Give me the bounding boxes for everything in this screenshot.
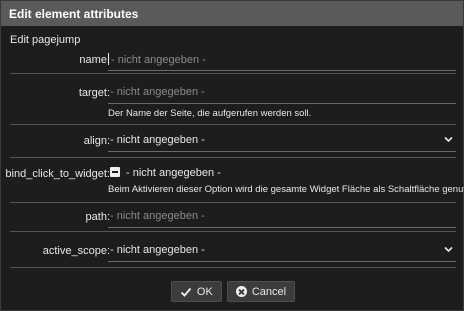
active-scope-label: active_scope:: [42, 245, 110, 257]
ok-button[interactable]: OK: [170, 281, 222, 302]
name-input[interactable]: - nicht angegeben -: [108, 53, 456, 71]
dialog-footer: OK Cancel: [1, 281, 464, 302]
cancel-button-label: Cancel: [251, 285, 287, 298]
dialog-title: Edit element attributes: [9, 6, 139, 21]
row-divider: [10, 157, 456, 158]
ok-button-label: OK: [196, 285, 213, 298]
bind-click-checkbox-field[interactable]: - nicht angegeben -: [108, 167, 456, 185]
bind-click-value: - nicht angegeben -: [126, 167, 221, 179]
path-label: path:: [85, 211, 110, 223]
dialog-titlebar[interactable]: Edit element attributes: [1, 1, 463, 26]
align-select[interactable]: - nicht angegeben -: [108, 134, 456, 152]
target-help-text: Der Name der Seite, die aufgerufen werde…: [108, 108, 312, 119]
text-cursor: [108, 53, 109, 65]
path-placeholder: - nicht angegeben -: [110, 210, 205, 222]
target-input[interactable]: - nicht angegeben -: [108, 86, 456, 104]
row-divider: [10, 231, 456, 232]
indeterminate-checkbox-icon[interactable]: [110, 167, 120, 177]
row-divider: [10, 267, 456, 268]
target-label: target:: [78, 87, 110, 99]
align-label: align:: [83, 135, 110, 147]
row-divider: [10, 202, 456, 203]
dialog-subtitle: Edit pagejump: [10, 34, 81, 46]
name-placeholder: - nicht angegeben -: [111, 54, 206, 66]
chevron-down-icon: [444, 135, 453, 146]
bind-click-help-text: Beim Aktivieren dieser Option wird die g…: [108, 184, 464, 195]
chevron-down-icon: [444, 245, 453, 256]
name-label: name:: [79, 54, 110, 66]
check-icon: [180, 286, 192, 298]
target-placeholder: - nicht angegeben -: [110, 86, 205, 98]
active-scope-select[interactable]: - nicht angegeben -: [108, 244, 456, 262]
bind-click-label: bind_click_to_widget:: [5, 168, 110, 180]
row-divider: [10, 73, 456, 74]
cancel-icon: [235, 286, 247, 297]
active-scope-value: - nicht angegeben -: [110, 244, 205, 256]
path-input[interactable]: - nicht angegeben -: [108, 210, 456, 228]
align-value: - nicht angegeben -: [110, 134, 205, 146]
edit-attributes-dialog: Edit element attributes Edit pagejump na…: [0, 0, 464, 311]
cancel-button[interactable]: Cancel: [226, 281, 296, 302]
row-divider: [10, 124, 456, 125]
